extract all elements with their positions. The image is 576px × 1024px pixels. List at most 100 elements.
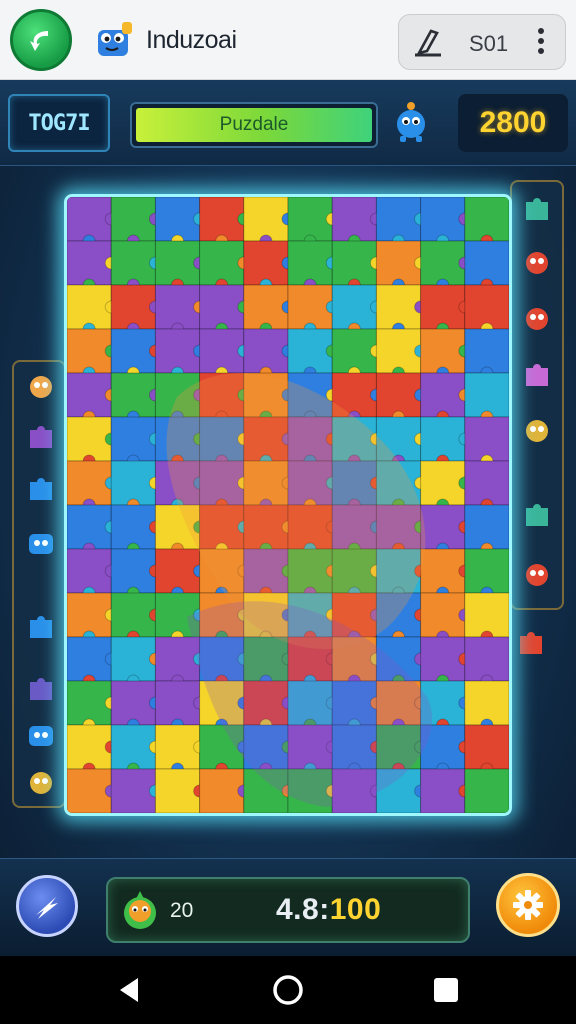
- puzzle-piece[interactable]: [110, 724, 156, 770]
- puzzle-piece[interactable]: [110, 197, 156, 242]
- tray-creature-piece[interactable]: [520, 558, 554, 592]
- puzzle-piece[interactable]: [464, 636, 509, 682]
- puzzle-piece[interactable]: [154, 240, 201, 286]
- puzzle-piece[interactable]: [67, 328, 112, 374]
- puzzle-piece[interactable]: [287, 197, 333, 242]
- tray-creature-piece[interactable]: [24, 370, 58, 404]
- puzzle-piece[interactable]: [243, 240, 289, 286]
- puzzle-piece[interactable]: [67, 548, 112, 594]
- puzzle-piece[interactable]: [331, 197, 377, 242]
- puzzle-piece[interactable]: [110, 548, 156, 594]
- puzzle-piece[interactable]: [67, 636, 112, 682]
- puzzle-piece[interactable]: [464, 724, 509, 770]
- puzzle-piece[interactable]: [420, 240, 466, 286]
- puzzle-piece[interactable]: [420, 636, 466, 682]
- puzzle-piece[interactable]: [67, 460, 112, 506]
- puzzle-piece[interactable]: [420, 592, 466, 638]
- puzzle-piece[interactable]: [331, 328, 377, 374]
- puzzle-piece[interactable]: [464, 197, 509, 242]
- puzzle-piece[interactable]: [420, 460, 466, 506]
- puzzle-piece[interactable]: [154, 680, 201, 726]
- puzzle-piece[interactable]: [464, 592, 509, 638]
- puzzle-piece[interactable]: [375, 240, 422, 286]
- puzzle-piece[interactable]: [464, 284, 509, 330]
- hint-button[interactable]: [16, 875, 78, 937]
- puzzle-piece[interactable]: [375, 372, 422, 418]
- back-button[interactable]: [10, 9, 72, 71]
- loose-piece[interactable]: [514, 626, 548, 660]
- puzzle-piece[interactable]: [420, 197, 466, 242]
- puzzle-piece[interactable]: [464, 768, 509, 813]
- tray-piece[interactable]: [24, 672, 58, 706]
- puzzle-piece[interactable]: [375, 284, 422, 330]
- puzzle-piece[interactable]: [464, 372, 509, 418]
- puzzle-piece[interactable]: [67, 768, 112, 813]
- puzzle-board[interactable]: [64, 194, 512, 816]
- puzzle-piece[interactable]: [154, 197, 201, 242]
- puzzle-piece[interactable]: [67, 724, 112, 770]
- puzzle-piece[interactable]: [110, 636, 156, 682]
- account-pill[interactable]: S01: [398, 14, 566, 70]
- tray-piece[interactable]: [24, 472, 58, 506]
- puzzle-piece[interactable]: [67, 372, 112, 418]
- puzzle-piece[interactable]: [464, 548, 509, 594]
- puzzle-piece[interactable]: [199, 240, 245, 286]
- puzzle-piece[interactable]: [110, 460, 156, 506]
- tray-creature-piece[interactable]: [24, 766, 58, 800]
- nav-recent-apps-icon[interactable]: [433, 977, 459, 1003]
- tray-creature-piece[interactable]: [24, 718, 58, 752]
- puzzle-piece[interactable]: [420, 504, 466, 550]
- puzzle-piece[interactable]: [154, 724, 201, 770]
- puzzle-piece[interactable]: [110, 768, 156, 813]
- tray-creature-piece[interactable]: [520, 414, 554, 448]
- kebab-menu-icon[interactable]: [531, 25, 551, 61]
- puzzle-piece[interactable]: [199, 197, 245, 242]
- puzzle-piece[interactable]: [464, 328, 509, 374]
- puzzle-piece[interactable]: [154, 548, 201, 594]
- puzzle-piece[interactable]: [420, 284, 466, 330]
- puzzle-piece[interactable]: [199, 768, 245, 813]
- tray-piece[interactable]: [24, 610, 58, 644]
- puzzle-piece[interactable]: [110, 372, 156, 418]
- puzzle-piece[interactable]: [243, 284, 289, 330]
- puzzle-piece[interactable]: [243, 328, 289, 374]
- puzzle-piece[interactable]: [67, 416, 112, 462]
- puzzle-piece[interactable]: [287, 284, 333, 330]
- puzzle-piece[interactable]: [420, 328, 466, 374]
- puzzle-piece[interactable]: [464, 240, 509, 286]
- nav-home-icon[interactable]: [272, 974, 304, 1006]
- puzzle-piece[interactable]: [287, 328, 333, 374]
- puzzle-piece[interactable]: [199, 284, 245, 330]
- puzzle-piece[interactable]: [464, 416, 509, 462]
- puzzle-piece[interactable]: [110, 240, 156, 286]
- puzzle-board-grid[interactable]: [67, 197, 509, 813]
- puzzle-piece[interactable]: [464, 460, 509, 506]
- puzzle-piece[interactable]: [67, 504, 112, 550]
- puzzle-piece[interactable]: [110, 592, 156, 638]
- level-badge[interactable]: TOG7I: [8, 94, 110, 152]
- settings-button[interactable]: [496, 873, 560, 937]
- puzzle-piece[interactable]: [154, 328, 201, 374]
- puzzle-piece[interactable]: [331, 284, 377, 330]
- puzzle-piece[interactable]: [67, 680, 112, 726]
- puzzle-piece[interactable]: [67, 240, 112, 286]
- puzzle-piece[interactable]: [110, 680, 156, 726]
- tray-creature-piece[interactable]: [24, 526, 58, 560]
- tray-piece[interactable]: [520, 358, 554, 392]
- puzzle-piece[interactable]: [420, 416, 466, 462]
- puzzle-piece[interactable]: [110, 504, 156, 550]
- tray-piece[interactable]: [520, 192, 554, 226]
- puzzle-piece[interactable]: [110, 328, 156, 374]
- puzzle-piece[interactable]: [375, 197, 422, 242]
- puzzle-piece[interactable]: [420, 548, 466, 594]
- puzzle-piece[interactable]: [243, 197, 289, 242]
- puzzle-piece[interactable]: [420, 372, 466, 418]
- nav-back-icon[interactable]: [116, 976, 142, 1004]
- puzzle-piece[interactable]: [67, 592, 112, 638]
- puzzle-piece[interactable]: [464, 680, 509, 726]
- puzzle-piece[interactable]: [331, 240, 377, 286]
- puzzle-piece[interactable]: [110, 416, 156, 462]
- puzzle-piece[interactable]: [464, 504, 509, 550]
- tray-piece[interactable]: [520, 498, 554, 532]
- puzzle-piece[interactable]: [67, 197, 112, 242]
